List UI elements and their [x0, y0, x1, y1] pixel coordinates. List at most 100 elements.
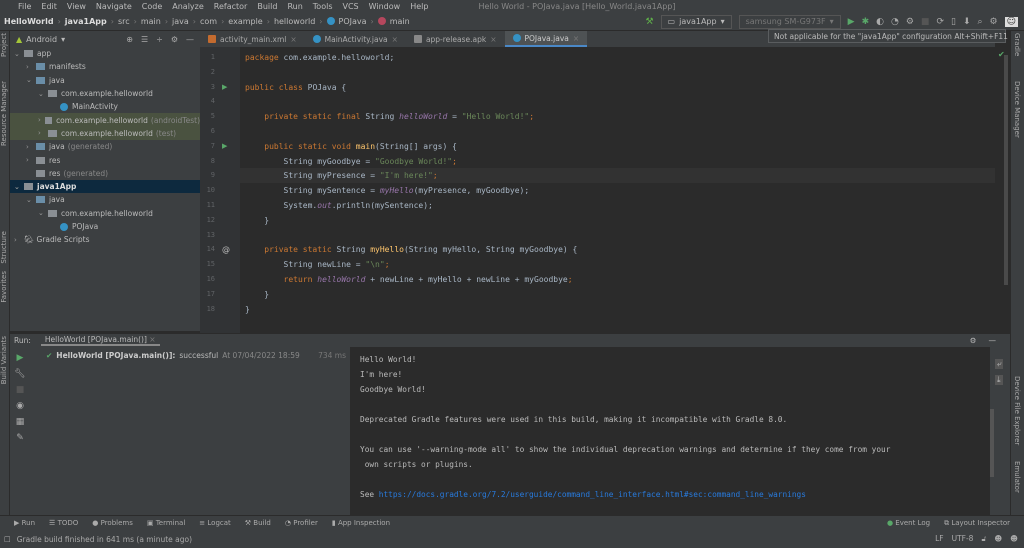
tool-todo[interactable]: ☰ TODO — [49, 519, 78, 527]
tool-window-resource-manager[interactable]: Resource Manager — [0, 81, 8, 146]
sync-gradle-icon[interactable]: ⟳ — [936, 17, 944, 27]
project-view-select[interactable]: Android — [26, 35, 57, 44]
menu-code[interactable]: Code — [142, 2, 162, 11]
layout-icon[interactable]: ▦ — [10, 417, 30, 427]
tree-item[interactable]: res (generated) — [10, 167, 200, 180]
chevron-right-icon[interactable]: › — [14, 236, 24, 244]
search-icon[interactable]: ⌕ — [977, 17, 982, 27]
encoding[interactable]: UTF-8 — [952, 534, 974, 544]
breadcrumb-item[interactable]: main — [141, 17, 161, 26]
device-manager-icon[interactable]: ▯ — [951, 17, 956, 27]
hide-icon[interactable]: — — [186, 35, 194, 44]
gear-icon[interactable]: ⚙ — [970, 336, 977, 345]
tool-window-gradle[interactable]: Gradle — [1013, 33, 1021, 56]
run-gutter-icon[interactable]: ▶ — [222, 139, 227, 154]
run-gutter-icon[interactable]: ▶ — [222, 80, 227, 95]
tool-window-structure[interactable]: Structure — [0, 231, 8, 264]
editor-scrollbar[interactable]: ✔ — [995, 47, 1010, 333]
tool-build[interactable]: ⚒ Build — [245, 519, 271, 527]
run-icon[interactable]: ▶ — [848, 17, 855, 27]
sdk-manager-icon[interactable]: ⬇ — [963, 17, 971, 27]
chevron-down-icon[interactable]: ⌄ — [14, 50, 24, 58]
tool-window-device-file-explorer[interactable]: Device File Explorer — [1013, 376, 1021, 445]
menu-edit[interactable]: Edit — [41, 2, 57, 11]
tree-item[interactable]: ⌄ java1App — [10, 179, 200, 194]
tree-item[interactable]: MainActivity — [10, 100, 200, 113]
gear-icon[interactable]: ⚙ — [171, 35, 178, 44]
close-icon[interactable]: × — [290, 35, 296, 44]
tool-problems[interactable]: ● Problems — [92, 519, 133, 527]
tree-item[interactable]: ⌄ com.example.helloworld — [10, 87, 200, 100]
run-console[interactable]: Hello World! I'm here! Goodbye World! Depre… — [350, 347, 995, 515]
breadcrumb-item[interactable]: src — [118, 17, 130, 26]
stop-icon[interactable]: ■ — [921, 17, 930, 27]
build-hammer-icon[interactable]: ⚒ — [645, 17, 653, 27]
tree-item[interactable]: › 🐘︎ Gradle Scripts — [10, 233, 200, 246]
breadcrumb-item[interactable]: java1App — [65, 17, 107, 26]
breadcrumb-item[interactable]: HelloWorld — [4, 17, 54, 26]
tool-run[interactable]: ▶ Run — [14, 519, 35, 527]
menu-refactor[interactable]: Refactor — [214, 2, 248, 11]
tree-item[interactable]: POJava — [10, 220, 200, 233]
inspector-icon[interactable]: ☻ — [994, 534, 1002, 544]
chevron-down-icon[interactable]: ⌄ — [38, 209, 48, 217]
tree-item[interactable]: › manifests — [10, 60, 200, 73]
chevron-right-icon[interactable]: › — [26, 143, 36, 151]
close-icon[interactable]: × — [392, 35, 398, 44]
wrench-icon[interactable]: 🔧︎ — [10, 369, 30, 379]
tool-window-device-manager[interactable]: Device Manager — [1013, 81, 1021, 138]
code-editor[interactable]: package com.example.helloworld; public cl… — [240, 47, 995, 333]
tool-window-favorites[interactable]: Favorites — [0, 271, 8, 303]
chevron-down-icon[interactable]: ⌄ — [26, 196, 36, 204]
rerun-icon[interactable]: ▶ — [10, 353, 30, 363]
eye-icon[interactable]: ◉ — [10, 401, 30, 411]
gear-icon[interactable]: ⚙ — [990, 17, 998, 27]
breadcrumb-item[interactable]: POJava — [339, 17, 367, 26]
soft-wrap-icon[interactable]: ⤶ — [995, 359, 1004, 369]
menu-view[interactable]: View — [67, 2, 86, 11]
breadcrumb-item[interactable]: main — [390, 17, 410, 26]
chevron-down-icon[interactable]: ⌄ — [38, 90, 48, 98]
menu-window[interactable]: Window — [369, 2, 401, 11]
chevron-down-icon[interactable]: ▾ — [61, 35, 65, 44]
menu-navigate[interactable]: Navigate — [96, 2, 132, 11]
scroll-to-end-icon[interactable]: ⤓ — [995, 375, 1003, 385]
tool-window-build-variants[interactable]: Build Variants — [0, 336, 8, 384]
tree-item[interactable]: › com.example.helloworld (test) — [10, 126, 200, 141]
breadcrumb-item[interactable]: example — [228, 17, 262, 26]
lock-icon[interactable]: 🔓︎ — [981, 534, 986, 544]
breadcrumb-item[interactable]: helloworld — [274, 17, 315, 26]
memory-icon[interactable]: ☻ — [1010, 534, 1018, 544]
override-gutter-icon[interactable]: @ — [222, 242, 230, 257]
chevron-down-icon[interactable]: ⌄ — [26, 76, 36, 84]
breadcrumb-item[interactable]: com — [200, 17, 217, 26]
menu-run[interactable]: Run — [287, 2, 302, 11]
hide-icon[interactable]: — — [989, 336, 997, 345]
debug-icon[interactable]: ✱ — [862, 17, 870, 27]
close-icon[interactable]: × — [149, 335, 155, 344]
menu-build[interactable]: Build — [257, 2, 277, 11]
tab-app-release-apk[interactable]: app-release.apk × — [406, 31, 505, 47]
tool-terminal[interactable]: ▣ Terminal — [147, 519, 185, 527]
tool-app-inspection[interactable]: ▮ App Inspection — [332, 519, 390, 527]
coverage-icon[interactable]: ◐ — [876, 17, 884, 27]
tree-item[interactable]: › java (generated) — [10, 140, 200, 153]
chevron-right-icon[interactable]: › — [38, 129, 48, 137]
collapse-all-icon[interactable]: ☰ — [141, 35, 148, 44]
chevron-right-icon[interactable]: › — [38, 116, 45, 124]
expand-icon[interactable]: ÷ — [156, 35, 163, 44]
pin-icon[interactable]: ✎ — [10, 433, 30, 443]
tab-mainactivity-java[interactable]: MainActivity.java × — [305, 31, 406, 47]
tree-item[interactable]: ⌄ java — [10, 74, 200, 87]
breadcrumb-item[interactable]: java — [172, 17, 189, 26]
stop-icon[interactable]: ■ — [10, 385, 30, 395]
tool-profiler[interactable]: ◔ Profiler — [285, 519, 318, 527]
line-separator[interactable]: LF — [935, 534, 944, 544]
tree-item[interactable]: › com.example.helloworld (androidTest) — [10, 113, 200, 127]
close-icon[interactable]: × — [573, 34, 579, 43]
tree-item[interactable]: ⌄ java — [10, 193, 200, 206]
account-icon[interactable]: ☺ — [1004, 16, 1018, 27]
menu-help[interactable]: Help — [410, 2, 428, 11]
profile-icon[interactable]: ◔ — [891, 17, 899, 27]
console-scrollbar[interactable] — [990, 409, 994, 477]
